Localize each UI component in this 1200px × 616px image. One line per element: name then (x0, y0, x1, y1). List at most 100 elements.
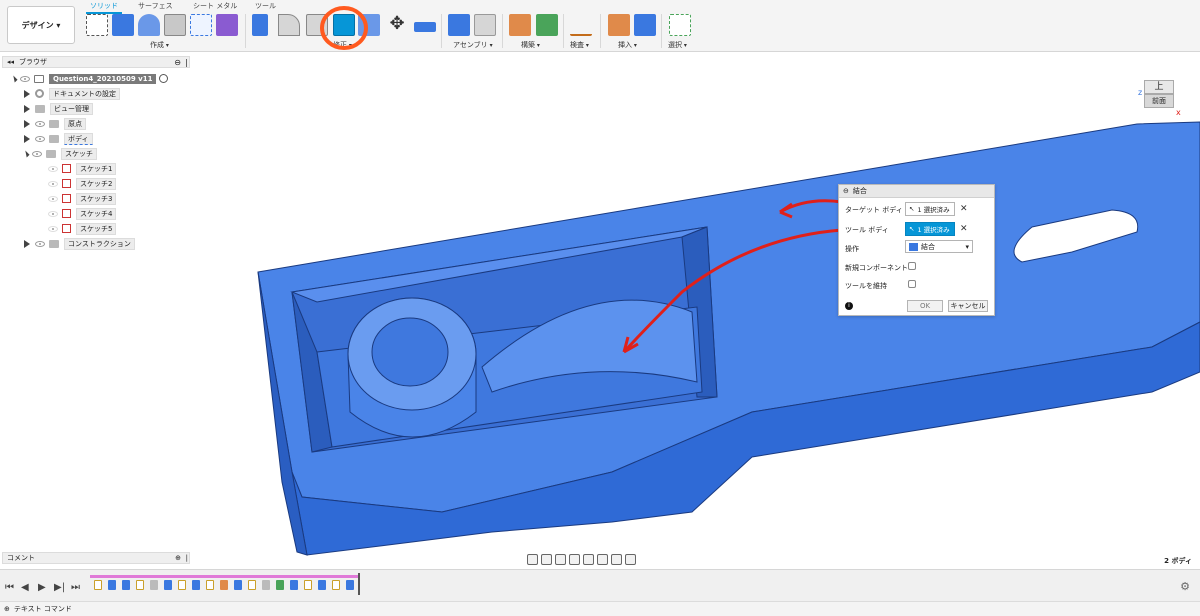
timeline-sketch-icon[interactable] (304, 580, 312, 590)
expand-toggle-icon[interactable] (10, 74, 18, 83)
browser-item-sketch1[interactable]: スケッチ1 (48, 162, 117, 175)
viewcube[interactable]: 上 前面 z x (1138, 76, 1182, 117)
timeline-extrude-icon[interactable] (192, 580, 200, 590)
browser-item-construction[interactable]: コンストラクション (24, 237, 135, 250)
new-sketch-icon[interactable] (86, 14, 108, 36)
browser-item-sketch4[interactable]: スケッチ4 (48, 207, 117, 220)
tab-tools[interactable]: ツール (255, 1, 276, 11)
display-settings-icon[interactable] (597, 553, 608, 565)
expand-icon[interactable]: ⊕ (4, 605, 10, 613)
extrude-icon[interactable] (112, 14, 134, 36)
midplane-icon[interactable] (536, 14, 558, 36)
expand-toggle-icon[interactable] (24, 89, 30, 98)
step-forward-icon[interactable]: ▶| (54, 582, 65, 593)
timeline-extrude-icon[interactable] (122, 580, 130, 590)
timeline-sketch-icon[interactable] (94, 580, 102, 590)
create-group-label[interactable]: 作成 (150, 40, 169, 50)
timeline-extrude-icon[interactable] (318, 580, 326, 590)
timeline-sketch-icon[interactable] (178, 580, 186, 590)
insert-derive-icon[interactable] (608, 14, 630, 36)
timeline-extrude-icon[interactable] (290, 580, 298, 590)
clear-tool-icon[interactable]: ✕ (960, 224, 968, 234)
timeline-fillet-icon[interactable] (150, 580, 158, 590)
browser-item-view-manager[interactable]: ビュー管理 (24, 102, 93, 115)
tab-solid[interactable]: ソリッド (86, 1, 122, 14)
create-form-icon[interactable] (216, 14, 238, 36)
visibility-eye-icon[interactable] (35, 135, 45, 142)
browser-item-sketches[interactable]: スケッチ (22, 147, 97, 160)
fillet-icon[interactable] (278, 14, 300, 36)
tool-body-selector[interactable]: ↖ 1 選択済み (905, 222, 955, 236)
add-comment-icon[interactable]: ⊕ (175, 554, 181, 562)
browser-item-origin[interactable]: 原点 (24, 117, 86, 130)
timeline-marker[interactable] (358, 573, 360, 595)
assemble-group-label[interactable]: アセンブリ (453, 40, 493, 50)
timeline-sketch-icon[interactable] (332, 580, 340, 590)
panel-pin-icon[interactable]: | (186, 554, 188, 562)
ok-button[interactable]: OK (907, 300, 943, 312)
tab-surface[interactable]: サーフェス (138, 1, 173, 11)
browser-root-row[interactable]: Question4_20210509 v11 (10, 72, 169, 85)
fit-icon[interactable] (583, 553, 594, 565)
move-icon[interactable]: ✥ (386, 14, 408, 36)
operation-dropdown[interactable]: 結合 (905, 240, 973, 253)
info-icon[interactable]: i (845, 302, 853, 310)
hole-icon[interactable] (164, 14, 186, 36)
tab-sheet-metal[interactable]: シート メタル (193, 1, 237, 11)
step-back-icon[interactable]: ◀ (21, 582, 29, 593)
expand-toggle-icon[interactable] (24, 134, 30, 143)
browser-item-sketch3[interactable]: スケッチ3 (48, 192, 117, 205)
timeline-plane-icon[interactable] (276, 580, 284, 590)
grid-settings-icon[interactable] (611, 553, 622, 565)
timeline-extrude-icon[interactable] (164, 580, 172, 590)
collapse-icon[interactable]: ⊖ (843, 187, 849, 195)
visibility-eye-icon[interactable] (48, 195, 58, 202)
target-body-selector[interactable]: ↖ 1 選択済み (905, 202, 955, 216)
3d-viewport[interactable]: 上 前面 z x 2 ボディ (192, 52, 1200, 567)
go-to-start-icon[interactable]: ⏮ (5, 582, 14, 593)
visibility-eye-icon[interactable] (48, 225, 58, 232)
activate-radio-icon[interactable] (159, 74, 169, 83)
timeline-combine-icon[interactable] (346, 580, 354, 590)
select-icon[interactable] (669, 14, 691, 36)
visibility-eye-icon[interactable] (35, 120, 45, 127)
panel-pin-icon[interactable]: | (185, 58, 188, 67)
browser-item-bodies[interactable]: ボディ (24, 132, 93, 145)
viewcube-front-face[interactable]: 前面 (1144, 94, 1174, 108)
pan-icon[interactable] (555, 553, 566, 565)
timeline-plane-icon[interactable] (220, 580, 228, 590)
timeline-sketch-icon[interactable] (248, 580, 256, 590)
visibility-eye-icon[interactable] (48, 165, 58, 172)
inspect-group-label[interactable]: 検査 (570, 40, 589, 50)
new-component-icon[interactable] (448, 14, 470, 36)
timeline-settings-gear-icon[interactable]: ⚙ (1180, 580, 1190, 593)
keep-tools-checkbox[interactable] (908, 280, 916, 288)
look-at-icon[interactable] (541, 553, 552, 565)
timeline-hole-icon[interactable] (262, 580, 270, 590)
visibility-eye-icon[interactable] (48, 210, 58, 217)
go-to-end-icon[interactable]: ⏭ (71, 582, 80, 593)
timeline-sketch-icon[interactable] (206, 580, 214, 590)
expand-toggle-icon[interactable] (24, 104, 30, 113)
model-canvas[interactable] (192, 52, 1200, 567)
expand-toggle-icon[interactable] (22, 149, 30, 158)
revolve-icon[interactable] (138, 14, 160, 36)
collapse-panel-icon[interactable]: ◂◂ (7, 58, 14, 66)
clear-target-icon[interactable]: ✕ (960, 204, 968, 214)
construct-group-label[interactable]: 構築 (521, 40, 540, 50)
offset-plane-icon[interactable] (509, 14, 531, 36)
zoom-icon[interactable] (569, 553, 580, 565)
viewports-icon[interactable] (625, 553, 636, 565)
play-icon[interactable]: ▶ (38, 582, 46, 593)
expand-toggle-icon[interactable] (24, 119, 30, 128)
expand-toggle-icon[interactable] (24, 239, 30, 248)
insert-canvas-icon[interactable] (634, 14, 656, 36)
browser-item-document-settings[interactable]: ドキュメントの設定 (24, 87, 120, 100)
new-component-checkbox[interactable] (908, 262, 916, 270)
press-pull-icon[interactable] (252, 14, 268, 36)
timeline-sketch-icon[interactable] (136, 580, 144, 590)
pattern-icon[interactable] (190, 14, 212, 36)
orbit-icon[interactable] (527, 553, 538, 565)
select-group-label[interactable]: 選択 (668, 40, 687, 50)
cancel-button[interactable]: キャンセル (948, 300, 988, 312)
